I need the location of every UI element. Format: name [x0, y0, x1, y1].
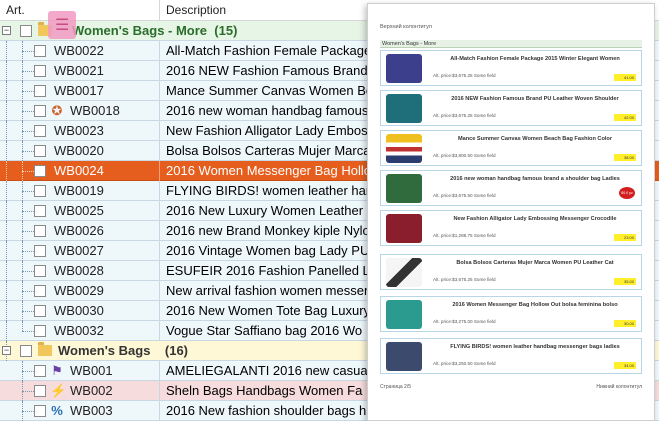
article-code: WB0027	[54, 243, 104, 258]
bag-thumbnail	[386, 258, 422, 287]
article-code: WB001	[70, 363, 113, 378]
row-checkbox[interactable]	[34, 165, 46, 177]
row-checkbox[interactable]	[34, 265, 46, 277]
article-code: WB0021	[54, 63, 104, 78]
row-checkbox[interactable]	[34, 205, 46, 217]
percent-icon: %	[51, 403, 63, 418]
article-code: WB0024	[54, 163, 104, 178]
red-price-badge: 80.0 pz	[619, 187, 635, 199]
preview-card: All-Match Fashion Female Package 2015 Wi…	[380, 50, 642, 86]
article-code: WB0023	[54, 123, 104, 138]
preview-page-header: Верхний колонтитул	[380, 24, 432, 30]
article-code: WB0032	[54, 323, 104, 338]
row-checkbox[interactable]	[34, 245, 46, 257]
bag-thumbnail	[386, 94, 422, 123]
preview-card: New Fashion Alligator Lady Embossing Mes…	[380, 210, 642, 246]
article-code: WB0028	[54, 263, 104, 278]
group-title: Women's Bags (16)	[58, 343, 189, 358]
row-checkbox[interactable]	[34, 405, 46, 417]
row-checkbox[interactable]	[34, 125, 46, 137]
article-code: WB0019	[54, 183, 104, 198]
collapse-icon[interactable]: −	[2, 346, 11, 355]
collapse-icon[interactable]: −	[2, 26, 11, 35]
row-checkbox[interactable]	[34, 185, 46, 197]
preview-card: 2016 NEW Fashion Famous Brand PU Leather…	[380, 90, 642, 126]
bag-thumbnail	[386, 54, 422, 83]
list-view-icon[interactable]	[48, 11, 76, 39]
preview-section-title: Women's Bags - More	[380, 40, 642, 48]
group-checkbox[interactable]	[20, 345, 32, 357]
row-checkbox[interactable]	[34, 65, 46, 77]
group-checkbox[interactable]	[20, 25, 32, 37]
lightning-icon: ⚡	[50, 383, 67, 398]
group-title: Women's Bags - More (15)	[72, 23, 238, 38]
article-code: WB0017	[54, 83, 104, 98]
preview-card: 2016 new woman handbag famous brand a sh…	[380, 170, 642, 206]
preview-card: Bolsa Bolsos Carteras Mujer Marca Women …	[380, 254, 642, 290]
award-icon: ✪	[51, 103, 63, 118]
row-checkbox[interactable]	[34, 105, 46, 117]
article-code: WB0026	[54, 223, 104, 238]
row-checkbox[interactable]	[34, 305, 46, 317]
row-checkbox[interactable]	[34, 85, 46, 97]
flag-icon: ⚑	[51, 363, 63, 378]
preview-card: 2016 Women Messenger Bag Hollow Out bols…	[380, 296, 642, 332]
row-checkbox[interactable]	[34, 285, 46, 297]
article-code: WB0018	[70, 103, 120, 118]
row-checkbox[interactable]	[34, 385, 46, 397]
row-checkbox[interactable]	[34, 45, 46, 57]
bag-thumbnail	[386, 342, 422, 371]
article-code: WB003	[70, 403, 113, 418]
preview-page-footer: Нижний колонтитул	[596, 384, 642, 390]
bag-thumbnail	[386, 134, 422, 163]
column-header-art[interactable]: Art.	[0, 0, 160, 21]
preview-card: Mance Summer Canvas Women Beach Bag Fash…	[380, 130, 642, 166]
article-code: WB0022	[54, 43, 104, 58]
row-checkbox[interactable]	[34, 145, 46, 157]
article-code: WB0020	[54, 143, 104, 158]
row-checkbox[interactable]	[34, 365, 46, 377]
preview-card: FLYING BIRDS! women leather handbag mess…	[380, 338, 642, 374]
row-checkbox[interactable]	[34, 225, 46, 237]
article-code: WB0025	[54, 203, 104, 218]
article-code: WB002	[70, 383, 113, 398]
bag-thumbnail	[386, 214, 422, 243]
print-preview-panel: Верхний колонтитул Women's Bags - More A…	[367, 3, 655, 421]
article-code: WB0029	[54, 283, 104, 298]
folder-icon	[38, 342, 52, 356]
article-code: WB0030	[54, 303, 104, 318]
bag-thumbnail	[386, 174, 422, 203]
bag-thumbnail	[386, 300, 422, 329]
row-checkbox[interactable]	[34, 325, 46, 337]
preview-page-number: Страница 2/5	[380, 384, 412, 390]
